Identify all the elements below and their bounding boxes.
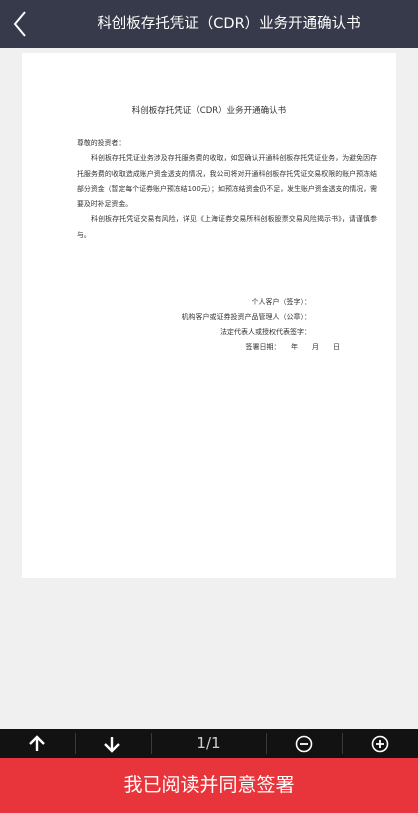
signature-date: 签署日期： 年 月 日 bbox=[245, 343, 341, 351]
document-body: 尊敬的投资者： 科创板存托凭证业务涉及存托服务费的收取，如您确认开通科创板存托凭… bbox=[77, 136, 377, 243]
zoom-in-button[interactable] bbox=[343, 729, 418, 758]
signature-institution: 机构客户或证券投资产品管理人（公章）： bbox=[181, 313, 312, 321]
zoom-in-icon bbox=[371, 735, 389, 753]
page-indicator: 1/1 bbox=[196, 734, 221, 752]
arrow-up-icon bbox=[29, 735, 45, 751]
back-button[interactable] bbox=[0, 0, 44, 48]
document-viewer[interactable]: 科创板存托凭证（CDR）业务开通确认书 尊敬的投资者： 科创板存托凭证业务涉及存… bbox=[0, 48, 418, 729]
signature-individual: 个人客户（签字）： bbox=[251, 298, 312, 306]
zoom-out-icon bbox=[295, 735, 313, 753]
arrow-down-icon bbox=[104, 737, 120, 753]
paragraph-storage-fee: 科创板存托凭证业务涉及存托服务费的收取，如您确认开通科创板存托凭证业务，为避免因… bbox=[77, 154, 377, 209]
agree-sign-button[interactable]: 我已阅读并同意签署 bbox=[0, 758, 418, 813]
top-nav-bar: 科创板存托凭证（CDR）业务开通确认书 bbox=[0, 0, 418, 48]
signature-legal-rep: 法定代表人或授权代表签字： bbox=[220, 328, 311, 336]
paragraph-risk-notice: 科创板存托凭证交易有风险，详见《上海证券交易所科创板股票交易风险揭示书》，请谨慎… bbox=[77, 215, 377, 239]
page-title: 科创板存托凭证（CDR）业务开通确认书 bbox=[97, 16, 361, 32]
zoom-out-button[interactable] bbox=[267, 729, 342, 758]
next-page-button[interactable] bbox=[76, 729, 151, 758]
prev-page-button[interactable] bbox=[0, 729, 75, 758]
pdf-toolbar: 1/1 bbox=[0, 729, 418, 758]
chevron-left-icon bbox=[13, 11, 26, 37]
document-title: 科创板存托凭证（CDR）业务开通确认书 bbox=[131, 106, 287, 116]
document-page: 科创板存托凭证（CDR）业务开通确认书 尊敬的投资者： 科创板存托凭证业务涉及存… bbox=[22, 53, 396, 578]
salutation: 尊敬的投资者： bbox=[77, 139, 126, 147]
